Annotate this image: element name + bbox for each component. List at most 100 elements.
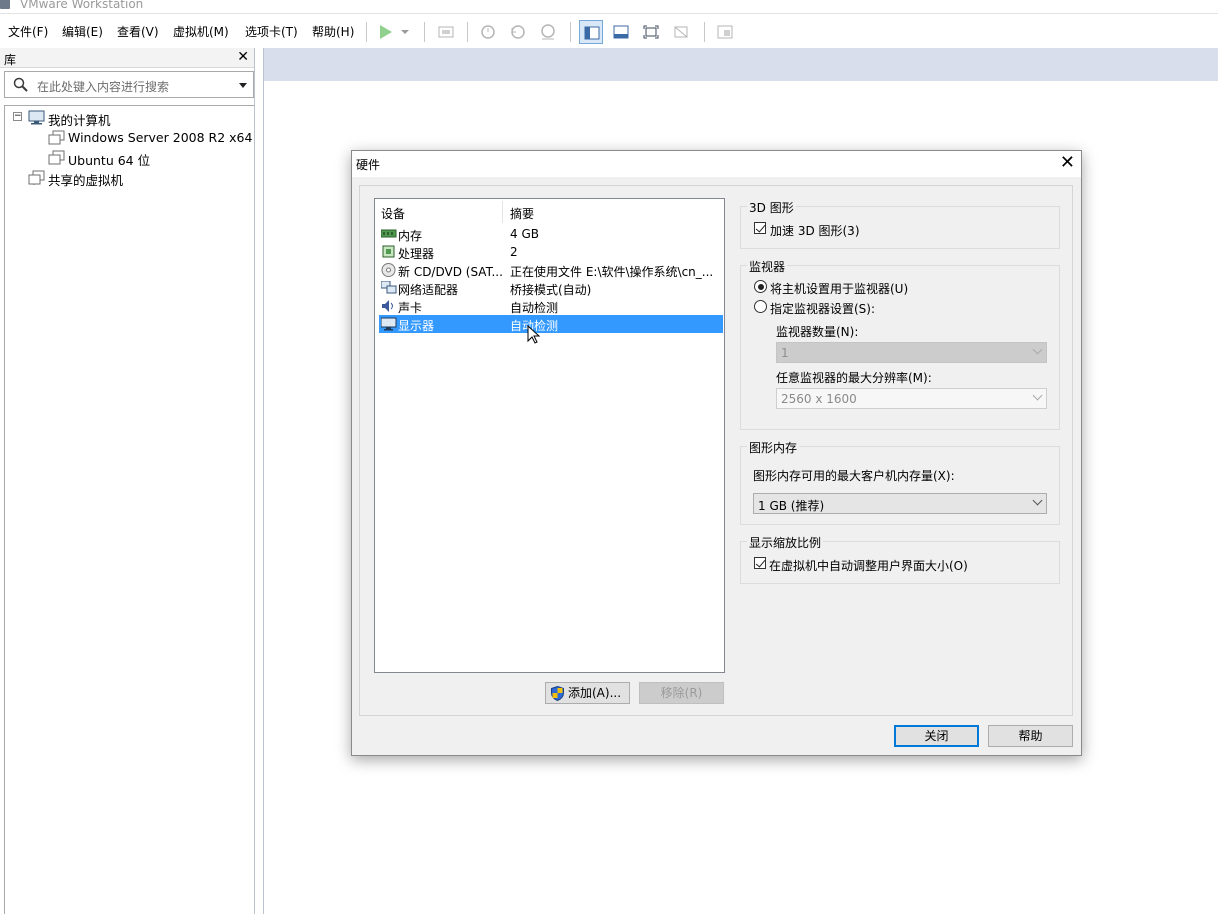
library-close-button[interactable]: ✕ bbox=[237, 49, 249, 65]
play-icon bbox=[380, 25, 392, 39]
add-button-label: 添加(A)... bbox=[568, 686, 622, 700]
tree-item-label: 我的计算机 bbox=[48, 113, 111, 128]
device-name: 显示器 bbox=[398, 319, 435, 333]
help-dialog-button[interactable]: 帮助 bbox=[988, 725, 1073, 747]
hardware-dialog: 硬件 ✕ 设备 摘要 内存 4 GB 处理器 2 新 CD/DVD (SAT..… bbox=[351, 150, 1082, 756]
graphics-memory-select[interactable]: 1 GB (推荐) bbox=[753, 493, 1047, 514]
device-list[interactable]: 设备 摘要 内存 4 GB 处理器 2 新 CD/DVD (SAT... 正在使… bbox=[374, 198, 725, 673]
library-title: 库 bbox=[4, 53, 17, 67]
vmware-logo-icon bbox=[0, 0, 10, 9]
column-divider[interactable] bbox=[502, 201, 503, 223]
device-row-memory[interactable]: 内存 4 GB bbox=[379, 225, 723, 243]
power-on-button[interactable] bbox=[373, 20, 397, 44]
monitors-group: 监视器 将主机设置用于监视器(U) 指定监视器设置(S): 监视器数量(N): … bbox=[740, 258, 1060, 430]
group-title: 图形内存 bbox=[747, 439, 800, 456]
toolbar-separator bbox=[424, 22, 425, 42]
search-dropdown-icon[interactable] bbox=[239, 83, 247, 88]
chevron-down-icon bbox=[1032, 390, 1043, 401]
monitor-count-value: 1 bbox=[781, 346, 789, 360]
display-scaling-group: 显示缩放比例 在虚拟机中自动调整用户界面大小(O) bbox=[740, 534, 1060, 584]
specify-monitor-settings-radio[interactable] bbox=[754, 300, 767, 313]
device-row-processor[interactable]: 处理器 2 bbox=[379, 243, 723, 261]
search-icon bbox=[13, 77, 28, 92]
snapshot-manager-button[interactable] bbox=[536, 20, 560, 44]
monitor-count-label: 监视器数量(N): bbox=[776, 325, 859, 339]
tree-item-label: 共享的虚拟机 bbox=[48, 173, 124, 188]
memory-icon bbox=[381, 229, 397, 238]
show-library-button[interactable] bbox=[579, 20, 603, 44]
toolbar-separator bbox=[704, 22, 705, 42]
processor-icon bbox=[382, 245, 395, 258]
remove-device-button[interactable]: 移除(R) bbox=[639, 682, 724, 704]
max-resolution-label: 任意监视器的最大分辨率(M): bbox=[776, 371, 932, 385]
full-screen-icon bbox=[643, 25, 659, 39]
revert-snapshot-icon bbox=[511, 25, 525, 39]
power-dropdown-button[interactable] bbox=[397, 20, 413, 44]
device-summary: 4 GB bbox=[510, 227, 539, 241]
device-name: 网络适配器 bbox=[398, 283, 459, 297]
device-summary: 自动检测 bbox=[510, 301, 559, 315]
device-summary: 桥接模式(自动) bbox=[510, 283, 592, 297]
chevron-down-icon bbox=[1032, 495, 1043, 506]
display-icon bbox=[381, 317, 397, 331]
tab-strip bbox=[264, 48, 1218, 81]
accelerate-3d-label[interactable]: 加速 3D 图形(3) bbox=[770, 222, 860, 239]
library-view-icon bbox=[584, 26, 600, 40]
close-dialog-button[interactable]: 关闭 bbox=[894, 725, 979, 747]
menu-help[interactable]: 帮助(H) bbox=[312, 23, 354, 40]
device-name: 新 CD/DVD (SAT... bbox=[398, 265, 503, 279]
full-screen-button[interactable] bbox=[639, 20, 663, 44]
menubar: 文件(F) 编辑(E) 查看(V) 虚拟机(M) 选项卡(T) 帮助(H) bbox=[0, 15, 1218, 48]
send-ctrl-alt-del-button[interactable] bbox=[434, 20, 458, 44]
toolbar-separator bbox=[366, 22, 367, 42]
mouse-cursor-icon bbox=[527, 325, 541, 344]
sound-card-icon bbox=[382, 300, 393, 312]
library-pane: 库 ✕ 在此处键入内容进行搜索 − 我的计算机 Windows Server 2… bbox=[0, 48, 255, 914]
dialog-title: 硬件 bbox=[356, 158, 381, 172]
dialog-close-button[interactable]: ✕ bbox=[1060, 152, 1075, 173]
max-resolution-select[interactable]: 2560 x 1600 bbox=[776, 388, 1047, 409]
snapshot-manager-icon bbox=[541, 24, 555, 40]
device-row-display[interactable]: 显示器 自动检测 bbox=[379, 315, 723, 333]
menu-view[interactable]: 查看(V) bbox=[117, 23, 159, 40]
column-header-device[interactable]: 设备 bbox=[381, 205, 405, 222]
accelerate-3d-checkbox[interactable] bbox=[754, 222, 766, 234]
device-summary: 2 bbox=[510, 245, 518, 259]
menu-tabs[interactable]: 选项卡(T) bbox=[245, 23, 298, 40]
monitor-count-select[interactable]: 1 bbox=[776, 342, 1047, 363]
use-host-settings-radio[interactable] bbox=[754, 280, 767, 293]
revert-snapshot-button[interactable] bbox=[506, 20, 530, 44]
unity-button[interactable] bbox=[669, 20, 693, 44]
max-resolution-value: 2560 x 1600 bbox=[781, 392, 857, 406]
menu-file[interactable]: 文件(F) bbox=[8, 23, 48, 40]
thumbnail-bar-button[interactable] bbox=[609, 20, 633, 44]
group-title: 显示缩放比例 bbox=[747, 534, 824, 551]
device-row-network-adapter[interactable]: 网络适配器 桥接模式(自动) bbox=[379, 279, 723, 297]
menu-edit[interactable]: 编辑(E) bbox=[62, 23, 103, 40]
thumbnail-view-icon bbox=[613, 25, 629, 39]
console-view-button[interactable] bbox=[713, 20, 737, 44]
snapshot-button[interactable] bbox=[476, 20, 500, 44]
menu-vm[interactable]: 虚拟机(M) bbox=[173, 23, 229, 40]
use-host-settings-label[interactable]: 将主机设置用于监视器(U) bbox=[770, 280, 908, 297]
console-view-icon bbox=[717, 25, 733, 39]
unity-icon bbox=[674, 26, 688, 38]
device-row-cd-dvd[interactable]: 新 CD/DVD (SAT... 正在使用文件 E:\软件\操作系统\cn_..… bbox=[379, 261, 723, 279]
auto-adjust-ui-label[interactable]: 在虚拟机中自动调整用户界面大小(O) bbox=[769, 557, 968, 574]
library-search-input[interactable]: 在此处键入内容进行搜索 bbox=[4, 71, 254, 98]
column-header-summary[interactable]: 摘要 bbox=[510, 205, 534, 222]
shared-vm-icon bbox=[28, 170, 45, 185]
computer-icon bbox=[28, 110, 45, 125]
device-row-sound-card[interactable]: 声卡 自动检测 bbox=[379, 297, 723, 315]
graphics-3d-group: 3D 图形 加速 3D 图形(3) bbox=[740, 199, 1060, 249]
app-titlebar: VMware Workstation bbox=[0, 0, 1218, 14]
add-device-button[interactable]: 添加(A)... bbox=[545, 682, 630, 704]
auto-adjust-ui-checkbox[interactable] bbox=[754, 557, 766, 569]
snapshot-icon bbox=[481, 25, 495, 39]
specify-monitor-settings-label[interactable]: 指定监视器设置(S): bbox=[770, 300, 875, 317]
graphics-memory-value: 1 GB (推荐) bbox=[758, 499, 825, 513]
device-name: 声卡 bbox=[398, 301, 423, 315]
collapse-toggle-icon[interactable]: − bbox=[13, 112, 22, 121]
vm-icon bbox=[48, 130, 65, 145]
device-summary: 正在使用文件 E:\软件\操作系统\cn_... bbox=[510, 265, 714, 279]
